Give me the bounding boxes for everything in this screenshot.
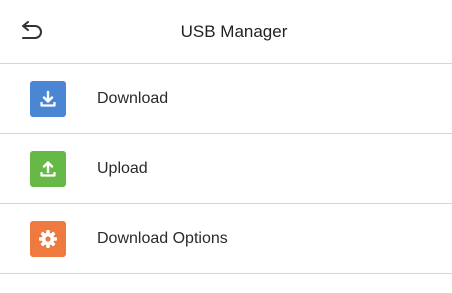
menu-item-label: Download [97, 90, 169, 107]
page-title: USB Manager [180, 22, 288, 41]
menu-item-download[interactable]: Download [0, 64, 452, 134]
menu-item-download-options[interactable]: Download Options [0, 204, 452, 274]
upload-icon-tile [30, 151, 66, 187]
download-icon-tile [30, 81, 66, 117]
upload-icon [40, 161, 56, 177]
menu-item-upload[interactable]: Upload [0, 134, 452, 204]
gear-icon [39, 230, 57, 248]
gear-icon-tile [30, 221, 66, 257]
menu-item-label: Download Options [97, 230, 228, 247]
menu-item-label: Upload [97, 160, 148, 177]
usb-manager-screen: USB Manager Download Upload Download Opt… [0, 0, 452, 293]
empty-list-area [0, 274, 452, 293]
download-icon [40, 90, 56, 107]
title-bar: USB Manager [0, 0, 452, 64]
usb-menu-list: Download Upload Download Options [0, 64, 452, 274]
